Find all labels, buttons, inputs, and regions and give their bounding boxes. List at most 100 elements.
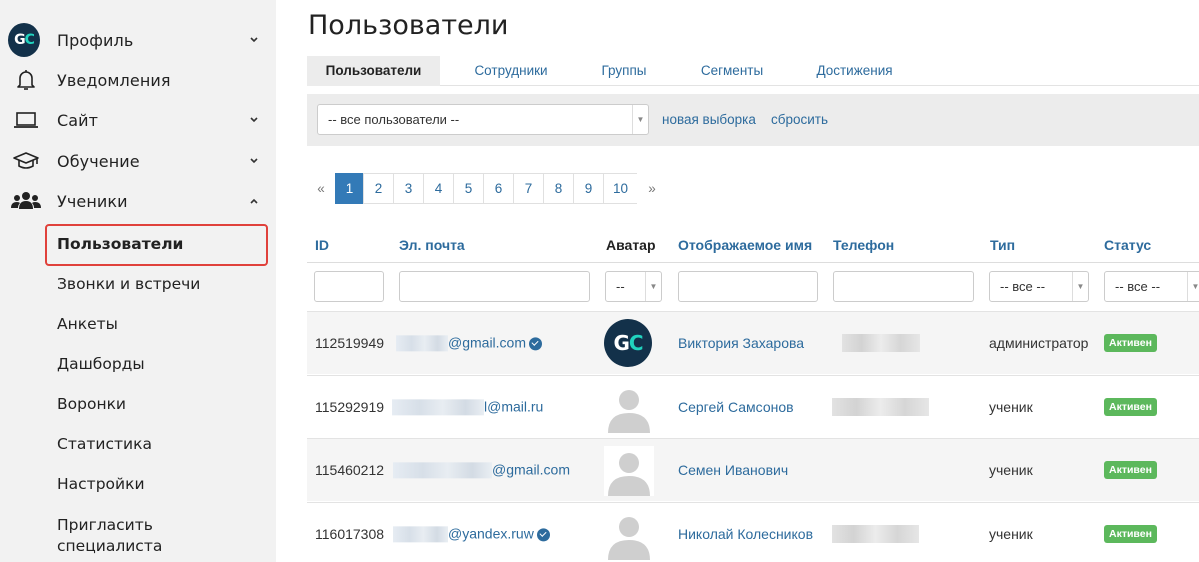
user-filter-select[interactable]: -- все пользователи -- ▼ xyxy=(317,104,649,135)
status-badge: Активен xyxy=(1104,334,1157,352)
default-avatar-icon xyxy=(604,446,654,496)
user-type: ученик xyxy=(989,399,1033,415)
redacted-phone xyxy=(832,398,929,416)
sidebar-item-label: Профиль xyxy=(57,30,134,50)
sidebar-subitem-calls[interactable]: Звонки и встречи xyxy=(57,275,200,293)
column-header-type[interactable]: Тип xyxy=(990,237,1015,253)
avatar[interactable]: GC xyxy=(604,319,654,369)
gc-logo-icon: GC xyxy=(8,23,40,57)
type-filter-select[interactable]: -- все -- ▼ xyxy=(989,271,1089,302)
user-display-name[interactable]: Виктория Захарова xyxy=(678,335,804,351)
sidebar-item-profile[interactable]: GC Профиль xyxy=(0,20,276,60)
pagination-prev[interactable]: « xyxy=(306,173,336,204)
redacted-phone xyxy=(842,334,920,352)
name-filter-input[interactable] xyxy=(678,271,818,302)
pagination-page-9[interactable]: 9 xyxy=(573,173,604,204)
column-header-name[interactable]: Отображаемое имя xyxy=(678,237,812,253)
sidebar-item-learning[interactable]: Обучение xyxy=(0,141,276,181)
tab-employees[interactable]: Сотрудники xyxy=(440,56,582,86)
reset-link[interactable]: сбросить xyxy=(771,112,828,127)
pagination-next[interactable]: » xyxy=(637,173,667,204)
pagination-page-10[interactable]: 10 xyxy=(603,173,638,204)
tab-groups[interactable]: Группы xyxy=(582,56,666,86)
chevron-down-icon xyxy=(250,117,258,123)
redacted-text xyxy=(393,526,448,543)
table-row[interactable]: 115460212 @gmail.com Семен Иванович учен… xyxy=(307,438,1199,501)
sidebar-subitem-invite[interactable]: Пригласить специалиста xyxy=(57,515,162,557)
chevron-up-icon xyxy=(250,198,258,204)
user-display-name[interactable]: Семен Иванович xyxy=(678,462,788,478)
pagination-page-4[interactable]: 4 xyxy=(423,173,454,204)
sidebar-subitem-funnels[interactable]: Воронки xyxy=(57,395,126,413)
sidebar-item-label: Уведомления xyxy=(57,70,171,90)
tab-segments[interactable]: Сегменты xyxy=(677,56,787,86)
redacted-phone xyxy=(832,525,919,543)
user-display-name[interactable]: Николай Колесников xyxy=(678,526,813,542)
pagination-page-2[interactable]: 2 xyxy=(363,173,394,204)
sidebar-item-students[interactable]: Ученики xyxy=(0,181,276,221)
email-filter-input[interactable] xyxy=(399,271,590,302)
user-display-name[interactable]: Сергей Самсонов xyxy=(678,399,794,415)
user-email[interactable]: @gmail.com xyxy=(393,461,570,479)
user-email[interactable]: @gmail.com xyxy=(396,334,543,352)
redacted-text xyxy=(392,399,484,416)
status-filter-select[interactable]: -- все -- ▼ xyxy=(1104,271,1199,302)
table-row[interactable]: 115292919 l@mail.ru Сергей Самсонов учен… xyxy=(307,375,1199,438)
avatar[interactable] xyxy=(604,446,654,496)
user-email[interactable]: @yandex.ruw xyxy=(393,525,550,543)
user-id: 115460212 xyxy=(315,462,385,478)
tab-achievements[interactable]: Достижения xyxy=(797,56,912,86)
new-selection-link[interactable]: новая выборка xyxy=(662,112,756,127)
sidebar-item-notifications[interactable]: Уведомления xyxy=(0,60,276,100)
sidebar-item-site[interactable]: Сайт xyxy=(0,100,276,140)
tabs: Пользователи Сотрудники Группы Сегменты … xyxy=(307,56,1199,86)
user-type: ученик xyxy=(989,462,1033,478)
default-avatar-icon xyxy=(604,510,654,560)
id-filter-input[interactable] xyxy=(314,271,384,302)
chevron-down-icon xyxy=(250,158,258,164)
user-id: 115292919 xyxy=(315,399,385,415)
column-header-email[interactable]: Эл. почта xyxy=(399,237,465,253)
pagination-page-7[interactable]: 7 xyxy=(513,173,544,204)
users-icon xyxy=(10,185,42,217)
table-row[interactable]: 112519949 @gmail.com GC Виктория Захаров… xyxy=(307,311,1199,374)
graduation-cap-icon xyxy=(10,145,42,177)
avatar[interactable] xyxy=(604,383,654,433)
sidebar: GC Профиль Уведомления Сайт Обучение Уче… xyxy=(0,0,276,562)
dropdown-arrow-icon: ▼ xyxy=(1187,272,1199,301)
bell-icon xyxy=(10,64,42,96)
column-header-id[interactable]: ID xyxy=(315,237,329,253)
pagination-page-3[interactable]: 3 xyxy=(393,173,424,204)
sidebar-subitem-forms[interactable]: Анкеты xyxy=(57,315,118,333)
sidebar-subitem-settings[interactable]: Настройки xyxy=(57,475,145,493)
column-header-phone[interactable]: Телефон xyxy=(833,237,894,253)
pagination-page-8[interactable]: 8 xyxy=(543,173,574,204)
sidebar-subitem-dashboards[interactable]: Дашборды xyxy=(57,355,145,373)
pagination-page-5[interactable]: 5 xyxy=(453,173,484,204)
phone-filter-input[interactable] xyxy=(833,271,974,302)
sidebar-item-label: Ученики xyxy=(57,191,128,211)
user-type: администратор xyxy=(989,335,1089,351)
sidebar-item-label: Сайт xyxy=(57,110,99,130)
redacted-text xyxy=(393,462,492,479)
pagination-page-6[interactable]: 6 xyxy=(483,173,514,204)
verified-icon xyxy=(529,337,543,351)
tab-users[interactable]: Пользователи xyxy=(307,56,440,86)
user-id: 112519949 xyxy=(315,335,385,351)
pagination-page-1[interactable]: 1 xyxy=(335,173,364,204)
status-badge: Активен xyxy=(1104,461,1157,479)
gc-logo-icon: GC xyxy=(604,319,652,367)
status-badge: Активен xyxy=(1104,398,1157,416)
avatar[interactable] xyxy=(604,510,654,560)
filter-bar: -- все пользователи -- ▼ новая выборка с… xyxy=(307,94,1199,146)
avatar-filter-select[interactable]: -- ▼ xyxy=(605,271,662,302)
sidebar-subitem-statistics[interactable]: Статистика xyxy=(57,435,152,453)
dropdown-arrow-icon: ▼ xyxy=(645,272,661,301)
status-badge: Активен xyxy=(1104,525,1157,543)
sidebar-subitem-users[interactable]: Пользователи xyxy=(57,235,183,253)
dropdown-arrow-icon: ▼ xyxy=(1072,272,1088,301)
user-type: ученик xyxy=(989,526,1033,542)
table-row[interactable]: 116017308 @yandex.ruw Николай Колесников… xyxy=(307,502,1199,562)
user-email[interactable]: l@mail.ru xyxy=(392,398,543,416)
column-header-status[interactable]: Статус xyxy=(1104,237,1151,253)
